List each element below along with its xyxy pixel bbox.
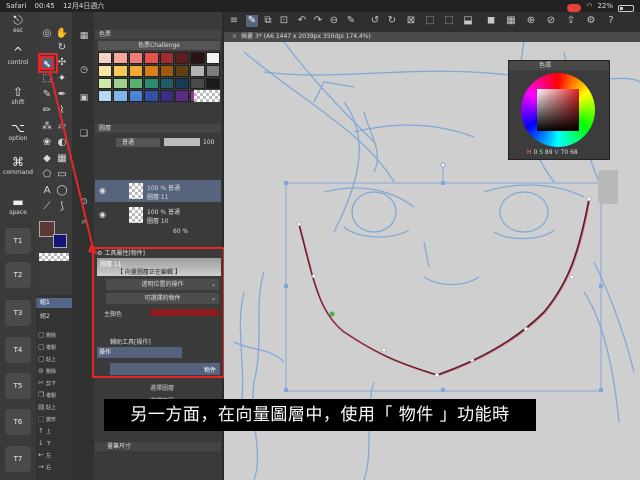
color-wheel-title: 色環 (509, 61, 609, 70)
saturation-value-square[interactable] (537, 89, 579, 131)
screen: Safari 00:45 12月4日週六 ◠ 22% ⎋ esc ^ control… (0, 0, 640, 480)
color-wheel-window: 色環 H 0 S 89 V 70 68 (508, 60, 610, 160)
hsv-readout: H 0 S 89 V 70 68 (527, 149, 578, 156)
subtitle-caption: 另一方面，在向量圖層中，使用「 物件 」功能時 (104, 399, 536, 431)
